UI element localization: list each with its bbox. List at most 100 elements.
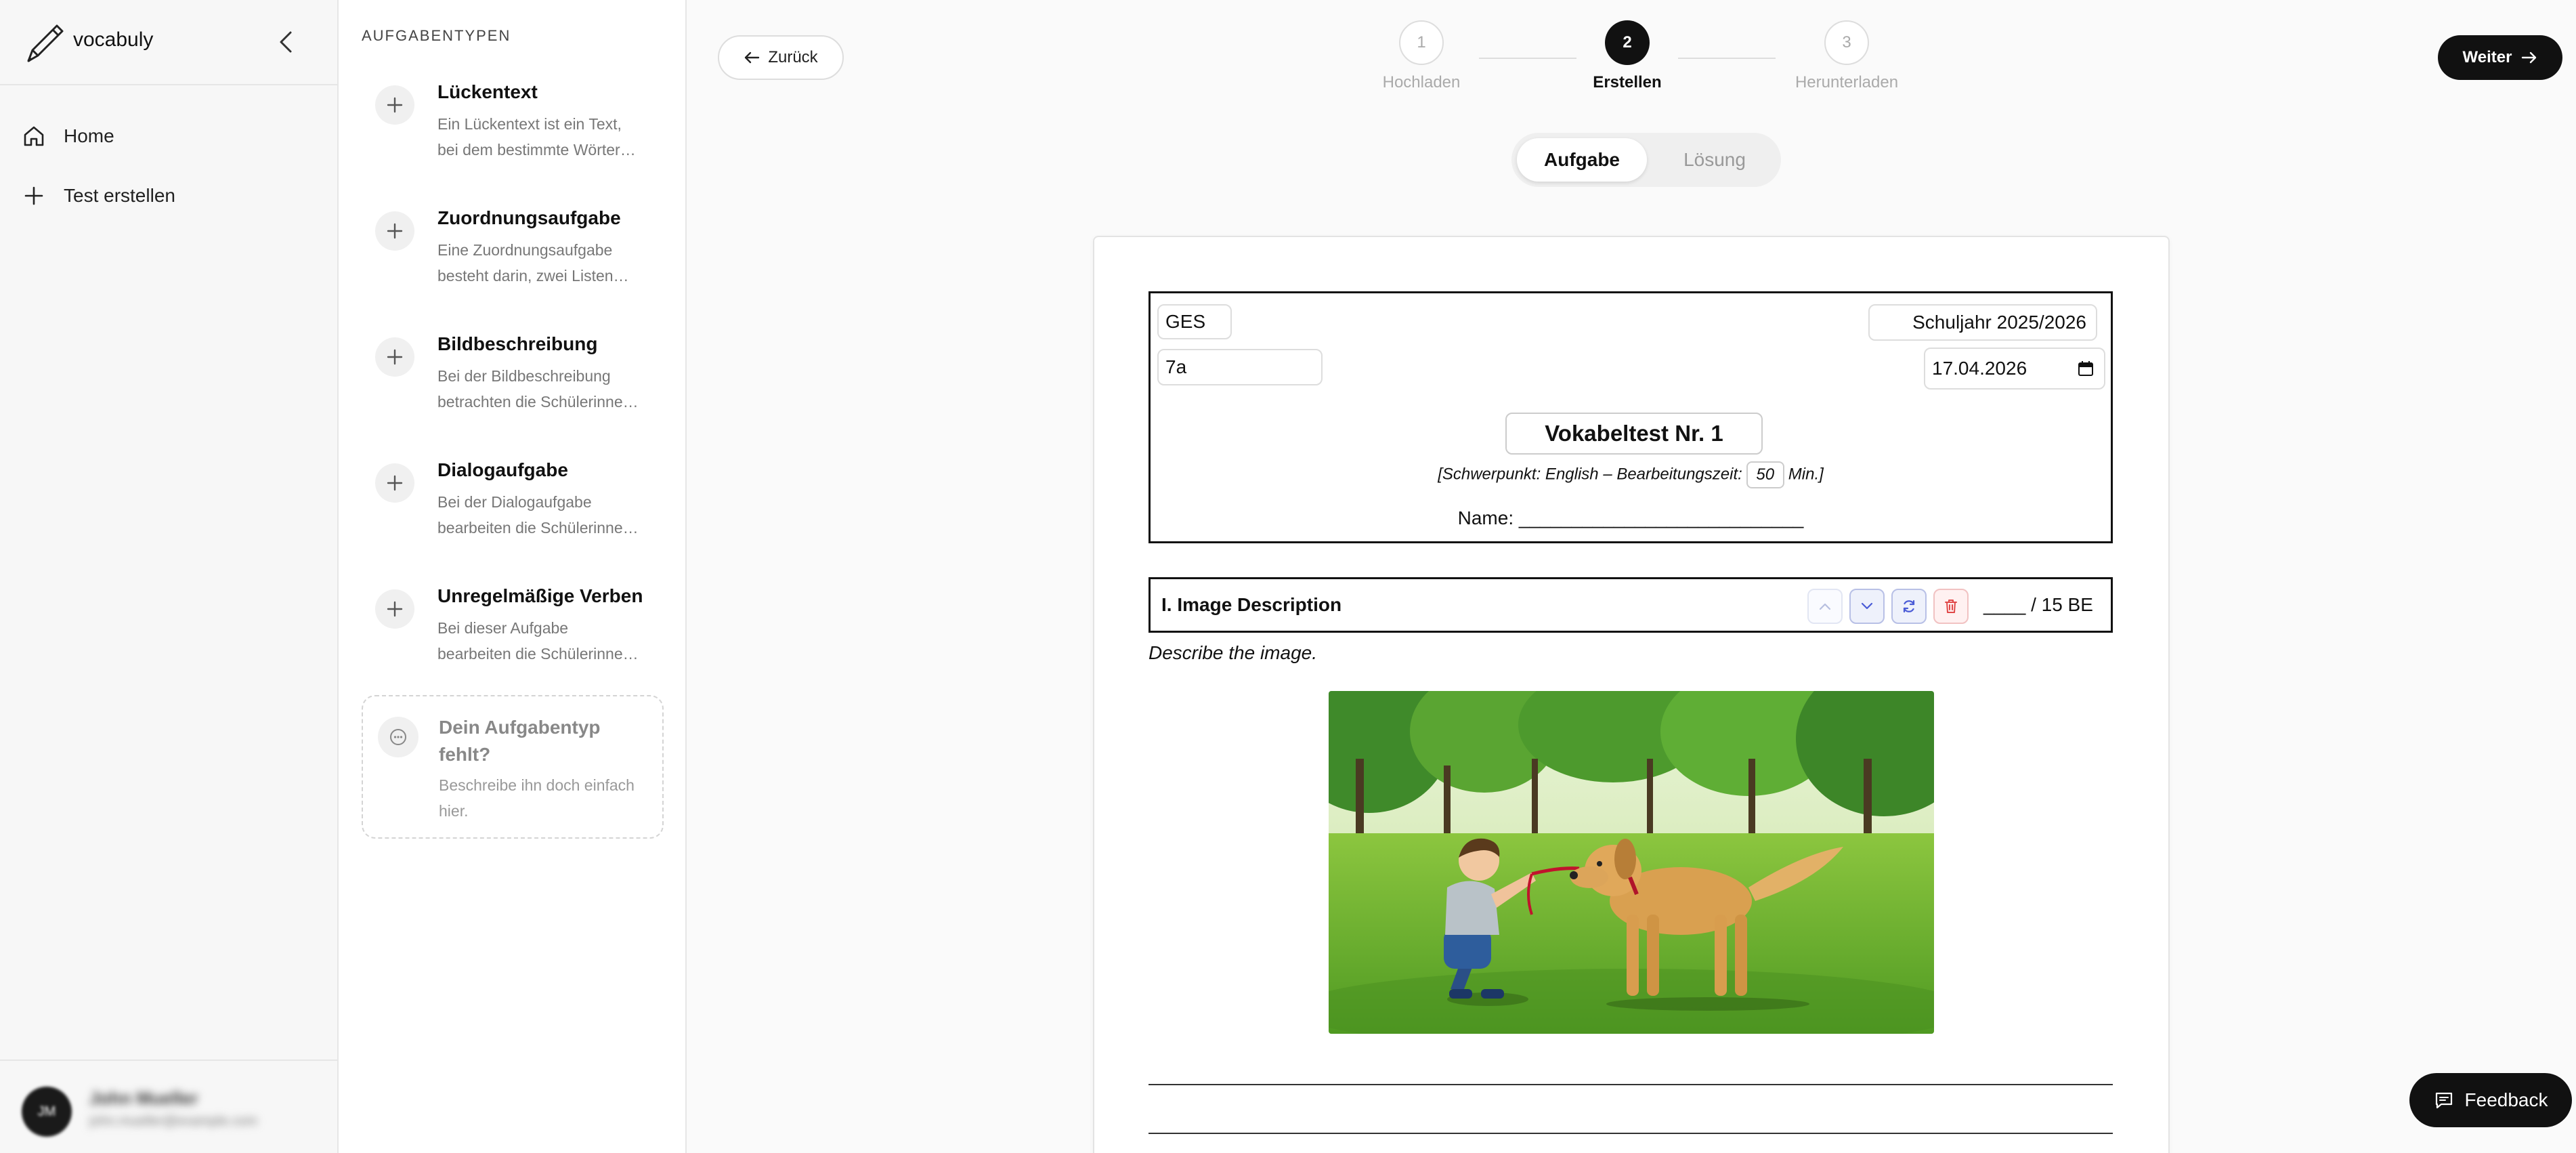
feedback-label: Feedback [2464,1089,2548,1110]
task-type-desc-line: betrachten die Schülerinne… [437,393,639,411]
chevron-left-icon [280,31,292,53]
plus-icon [375,85,414,125]
plus-icon [375,589,414,629]
arrow-right-icon [2522,51,2537,64]
task-type-desc-line: bearbeiten die Schülerinne… [437,519,639,537]
test-meta-line: [Schwerpunkt: English – Bearbeitungszeit… [1151,461,2111,488]
task-type-title: Zuordnungsaufgabe [437,207,621,228]
tab-task[interactable]: Aufgabe [1517,138,1647,182]
missing-task-type-card[interactable]: Dein Aufgabentyp fehlt? Beschreibe ihn d… [362,695,664,839]
task-type-description: Eine Zuordnungsaufgabe besteht darin, zw… [437,237,651,289]
chat-bubble-icon [378,717,418,757]
stepper: 1 Hochladen 2 Erstellen 3 Herunterladen [687,0,2576,108]
task-type-description: Bei dieser Aufgabe bearbeiten die Schüle… [437,615,651,667]
nav-home[interactable]: Home [20,114,318,159]
task-types-panel: AUFGABENTYPEN Lückentext Ein Lückentext … [339,0,687,1153]
sheet-header: GES 7a Schuljahr 2025/2026 17.04.2026 Vo… [1149,291,2113,543]
task-type-desc-line: Bei der Dialogaufgabe [437,493,592,511]
answer-line [1149,1084,2113,1085]
step-3-indicator[interactable]: 3 [1824,20,1869,65]
step-1-label: Hochladen [1382,73,1461,91]
plus-icon [20,182,47,209]
step-connector [1678,58,1776,59]
regenerate-button[interactable] [1891,589,1927,624]
step-2-label: Erstellen [1593,73,1662,91]
pencil-logo-icon [23,20,68,65]
task-points: ____ / 15 BE [1983,594,2093,615]
trash-icon [1945,600,1957,613]
task-type-desc-line: besteht darin, zwei Listen… [437,267,629,285]
task-type-desc-line: Bei der Bildbeschreibung [437,367,611,385]
school-field[interactable]: GES [1157,304,1232,339]
plus-icon [375,463,414,503]
user-name: John Mueller [89,1088,198,1108]
nav-create-test[interactable]: Test erstellen [20,173,318,218]
task-type-description: Ein Lückentext ist ein Text, bei dem bes… [437,111,651,163]
user-profile[interactable]: JM John Mueller john.mueller@example.com [0,1060,339,1153]
chevron-up-icon [1819,603,1831,610]
nav-home-label: Home [64,125,114,146]
task-type-desc-line: Eine Zuordnungsaufgabe [437,241,613,259]
duration-field[interactable]: 50 [1746,461,1784,488]
chevron-down-icon [1861,602,1873,610]
task-type-desc-line: Bei dieser Aufgabe [437,619,569,637]
message-icon [2435,1092,2452,1109]
move-down-button[interactable] [1849,589,1885,624]
next-button[interactable]: Weiter [2438,35,2562,80]
task-type-desc-line: Ein Lückentext ist ein Text, [437,115,622,133]
missing-task-type-description: Beschreibe ihn doch einfach hier. [439,776,635,820]
task-type-title: Unregelmäßige Verben [437,585,643,606]
next-button-label: Weiter [2462,48,2512,66]
view-toggle: Aufgabe Lösung [1511,133,1781,187]
feedback-button[interactable]: Feedback [2409,1073,2572,1127]
date-field[interactable]: 17.04.2026 [1924,348,2105,390]
plus-icon [375,337,414,377]
task-types-heading: AUFGABENTYPEN [362,27,511,44]
test-sheet: GES 7a Schuljahr 2025/2026 17.04.2026 Vo… [1093,236,2170,1153]
delete-button[interactable] [1933,589,1969,624]
calendar-icon[interactable] [2077,360,2095,377]
task-instruction: Describe the image. [1149,642,1318,663]
task-title: I. Image Description [1161,594,1342,615]
move-up-button[interactable] [1807,589,1843,624]
missing-task-type-title: Dein Aufgabentyp fehlt? [439,717,601,765]
task-type-image-description[interactable]: Bildbeschreibung Bei der Bildbeschreibun… [362,320,664,428]
refresh-icon [1903,600,1915,613]
task-type-description: Bei der Bildbeschreibung betrachten die … [437,363,651,415]
home-icon [20,123,47,150]
avatar: JM [22,1087,72,1137]
step-2-indicator[interactable]: 2 [1605,20,1650,65]
student-name-line: Name: ___________________________ [1457,507,1804,528]
answer-line [1149,1133,2113,1134]
app-name: vocabuly [73,28,154,51]
user-email: john.mueller@example.com [89,1114,258,1129]
collapse-sidebar-button[interactable] [272,28,299,56]
task-type-title: Lückentext [437,81,538,102]
task-type-desc-line: bei dem bestimmte Wörter… [437,141,636,159]
task-type-matching[interactable]: Zuordnungsaufgabe Eine Zuordnungsaufgabe… [362,194,664,302]
task-header: I. Image Description ____ / 15 BE [1149,577,2113,633]
task-type-description: Bei der Dialogaufgabe bearbeiten die Sch… [437,489,651,541]
plus-icon [375,211,414,251]
task-type-title: Dialogaufgabe [437,459,568,480]
task-type-dialogue[interactable]: Dialogaufgabe Bei der Dialogaufgabe bear… [362,446,664,554]
class-field[interactable]: 7a [1157,349,1323,385]
meta-prefix: [Schwerpunkt: English – Bearbeitungszeit… [1438,465,1742,484]
task-type-gap-text[interactable]: Lückentext Ein Lückentext ist ein Text, … [362,68,664,176]
step-1-indicator[interactable]: 1 [1399,20,1444,65]
step-connector [1479,58,1576,59]
tab-solution[interactable]: Lösung [1654,138,1776,182]
main-content: Zurück 1 Hochladen 2 Erstellen 3 Herunte… [687,0,2576,1153]
task-type-desc-line: bearbeiten die Schülerinne… [437,645,639,663]
school-year-field[interactable]: Schuljahr 2025/2026 [1868,304,2097,341]
task-type-irregular-verbs[interactable]: Unregelmäßige Verben Bei dieser Aufgabe … [362,572,664,680]
test-title-field[interactable]: Vokabeltest Nr. 1 [1505,413,1763,455]
step-3-label: Herunterladen [1795,73,1899,91]
task-image [1329,691,1934,1034]
nav-create-test-label: Test erstellen [64,185,175,206]
task-type-title: Bildbeschreibung [437,333,598,354]
meta-suffix: Min.] [1788,465,1824,484]
sidebar: vocabuly Home Test erstellen JM John Mue… [0,0,339,1153]
logo-row: vocabuly [0,0,339,85]
date-value: 17.04.2026 [1932,358,2027,379]
